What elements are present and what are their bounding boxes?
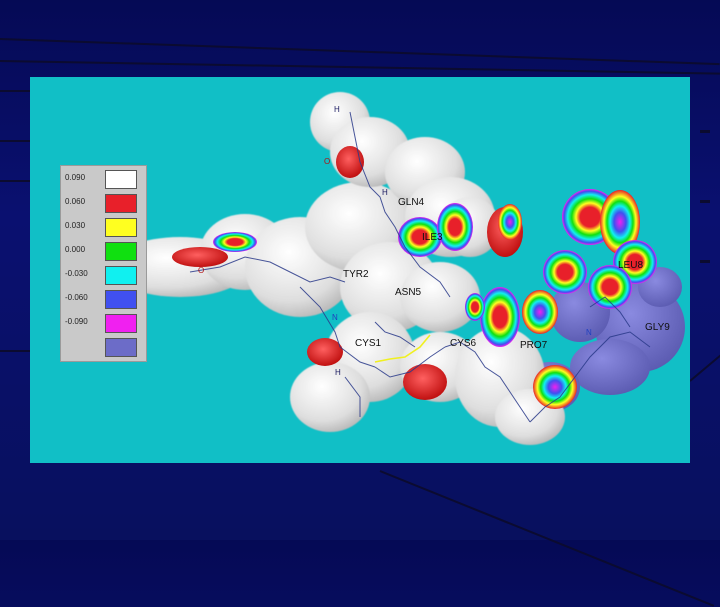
legend-swatch [105, 194, 137, 213]
atom-label-h: H [382, 188, 388, 197]
background-line [0, 90, 30, 92]
background-line [689, 354, 720, 382]
legend-row: -0.090 [61, 312, 146, 336]
background-line [379, 470, 715, 607]
legend-swatch [105, 266, 137, 285]
legend-label: -0.030 [65, 269, 88, 278]
residue-label-cys1: CYS1 [355, 338, 382, 349]
residue-label-leu8: LEU8 [618, 260, 643, 271]
background-line [0, 60, 720, 75]
legend-swatch [105, 290, 137, 309]
edge-tick [700, 130, 710, 133]
legend-label: 0.060 [65, 197, 86, 206]
background-line [0, 140, 30, 142]
legend-swatch [105, 314, 137, 333]
legend-swatch [105, 338, 137, 357]
background-line [0, 350, 30, 352]
legend-swatch [105, 170, 137, 189]
residue-label-cys6: CYS6 [450, 338, 477, 349]
atom-label-n: N [332, 313, 338, 322]
legend-label: -0.090 [65, 317, 88, 326]
legend-label: 0.030 [65, 221, 86, 230]
residue-label-pro7: PRO7 [520, 340, 548, 351]
legend-row: -0.060 [61, 288, 146, 312]
residue-label-ile3: ILE3 [422, 232, 443, 243]
legend-label: 0.090 [65, 173, 86, 182]
residue-label-gly9: GLY9 [645, 322, 670, 333]
legend-row [61, 336, 146, 360]
atom-label-h: H [335, 368, 341, 377]
residue-label-asn5: ASN5 [395, 287, 422, 298]
legend-row: 0.000 [61, 240, 146, 264]
edge-tick [700, 200, 710, 203]
legend-swatch [105, 242, 137, 261]
atom-label-o: O [198, 266, 204, 275]
legend-row: -0.030 [61, 264, 146, 288]
residue-label-gln4: GLN4 [398, 197, 425, 208]
white-surface-region [110, 92, 565, 445]
legend-row: 0.090 [61, 168, 146, 192]
atom-label-n: N [586, 328, 592, 337]
legend-row: 0.060 [61, 192, 146, 216]
legend-row: 0.030 [61, 216, 146, 240]
legend-swatch [105, 218, 137, 237]
atom-label-h: H [334, 105, 340, 114]
background-line [0, 180, 30, 182]
atom-label-o: O [324, 157, 330, 166]
legend-label: 0.000 [65, 245, 86, 254]
legend-label: -0.060 [65, 293, 88, 302]
residue-label-tyr2: TYR2 [343, 269, 369, 280]
edge-tick [700, 260, 710, 263]
color-scale-legend: 0.090 0.060 0.030 0.000 -0.030 -0.060 -0… [60, 165, 147, 362]
